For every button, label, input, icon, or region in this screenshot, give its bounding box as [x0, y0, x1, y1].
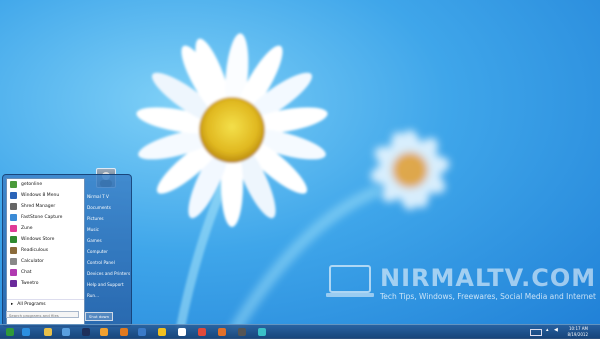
taskbar-app-glyph — [258, 328, 266, 336]
program-icon — [10, 181, 17, 188]
program-label: Tweetro — [21, 281, 39, 286]
shutdown-button[interactable]: Shut down — [85, 312, 113, 321]
watermark: NIRMALTV.COM Tech Tips, Windows, Freewar… — [326, 264, 596, 304]
taskbar-app-glyph — [22, 328, 30, 336]
places-item[interactable]: Help and Support — [85, 279, 129, 290]
taskbar-app-glyph — [120, 328, 128, 336]
program-item[interactable]: Tweetro — [7, 278, 84, 289]
program-item[interactable]: Calculator — [7, 256, 84, 267]
program-item[interactable]: Shred Manager — [7, 201, 84, 212]
places-item[interactable]: Games — [85, 235, 129, 246]
places-item[interactable]: Run... — [85, 290, 129, 301]
photoshop-icon[interactable] — [78, 326, 94, 338]
start-menu: getonline Windows 8 Menu Shred Manager Fast… — [2, 174, 132, 327]
media-player-icon[interactable] — [96, 326, 112, 338]
taskbar-app-glyph — [62, 328, 70, 336]
taskbar-app-glyph — [100, 328, 108, 336]
program-item[interactable]: Chat — [7, 267, 84, 278]
app-icon[interactable] — [58, 326, 74, 338]
taskbar-app-glyph — [44, 328, 52, 336]
places-item[interactable]: Computer — [85, 246, 129, 257]
folder-icon[interactable] — [40, 326, 56, 338]
camera-icon[interactable] — [234, 326, 250, 338]
program-item[interactable]: Zune — [7, 223, 84, 234]
program-label: getonline — [21, 182, 43, 187]
places-item[interactable]: Control Panel — [85, 257, 129, 268]
program-item[interactable]: Readiculous — [7, 245, 84, 256]
clock-date: 8/19/2012 — [567, 331, 588, 337]
program-item[interactable]: Windows 8 Menu — [7, 190, 84, 201]
clock-time: 10:17 AM — [569, 326, 588, 331]
program-icon — [10, 247, 17, 254]
program-icon — [10, 269, 17, 276]
all-programs-label: All Programs — [17, 302, 46, 307]
start-search-input[interactable]: Search programs and files — [6, 311, 79, 318]
program-item[interactable]: Windows Store — [7, 234, 84, 245]
tool-icon[interactable] — [254, 326, 270, 338]
program-icon — [10, 236, 17, 243]
program-label: Windows Store — [21, 237, 55, 242]
program-label: Zune — [21, 226, 33, 231]
taskbar: ▴ ◀ 10:17 AM 8/19/2012 — [0, 324, 600, 339]
volume-icon[interactable]: ◀ — [554, 327, 558, 333]
taskbar-app-glyph — [138, 328, 146, 336]
ie-icon[interactable] — [18, 326, 34, 338]
keyboard-icon[interactable] — [530, 329, 542, 336]
taskbar-app-glyph — [238, 328, 246, 336]
program-label: Windows 8 Menu — [21, 193, 60, 198]
program-icon — [10, 214, 17, 221]
program-label: Chat — [21, 270, 32, 275]
places-item[interactable]: Documents — [85, 202, 129, 213]
places-item[interactable]: Music — [85, 224, 129, 235]
program-icon — [10, 258, 17, 265]
taskbar-app-glyph — [6, 328, 14, 336]
taskbar-app-glyph — [178, 328, 186, 336]
program-icon — [10, 192, 17, 199]
places-item[interactable]: Pictures — [85, 213, 129, 224]
taskbar-app-glyph — [218, 328, 226, 336]
arrow-right-icon: ▸ — [11, 302, 14, 307]
taskbar-app-glyph — [158, 328, 166, 336]
start-orb[interactable] — [2, 326, 18, 338]
program-icon — [10, 203, 17, 210]
program-label: FastStone Capture — [21, 215, 63, 220]
places-item[interactable]: Nirmal T V — [85, 191, 129, 202]
sticky-icon[interactable] — [174, 326, 190, 338]
program-item[interactable]: FastStone Capture — [7, 212, 84, 223]
clock[interactable]: 10:17 AM 8/19/2012 — [567, 326, 588, 337]
program-label: Shred Manager — [21, 204, 56, 209]
watermark-subtitle: Tech Tips, Windows, Freewares, Social Me… — [380, 292, 596, 301]
places-item[interactable]: Devices and Printers — [85, 268, 130, 279]
taskbar-app-glyph — [198, 328, 206, 336]
program-icon — [10, 225, 17, 232]
program-label: Readiculous — [21, 248, 49, 253]
program-icon — [10, 280, 17, 287]
laptop-logo-icon — [326, 265, 374, 297]
program-label: Calculator — [21, 259, 44, 264]
watermark-title: NIRMALTV.COM — [380, 264, 597, 292]
taskbar-app-glyph — [82, 328, 90, 336]
program-list: getonline Windows 8 Menu Shred Manager Fast… — [6, 178, 85, 325]
tray-arrow-icon[interactable]: ▴ — [546, 327, 549, 333]
places-list: Nirmal T V Documents Pictures Music Games Com… — [85, 175, 130, 325]
chrome-icon[interactable] — [194, 326, 210, 338]
messenger-icon[interactable] — [154, 326, 170, 338]
all-programs-button[interactable]: ▸ All Programs — [7, 299, 84, 309]
outlook-icon[interactable] — [116, 326, 132, 338]
firefox-icon[interactable] — [214, 326, 230, 338]
system-tray: ▴ ◀ 10:17 AM 8/19/2012 — [520, 325, 600, 339]
network-icon[interactable] — [134, 326, 150, 338]
program-item[interactable]: getonline — [7, 179, 84, 190]
